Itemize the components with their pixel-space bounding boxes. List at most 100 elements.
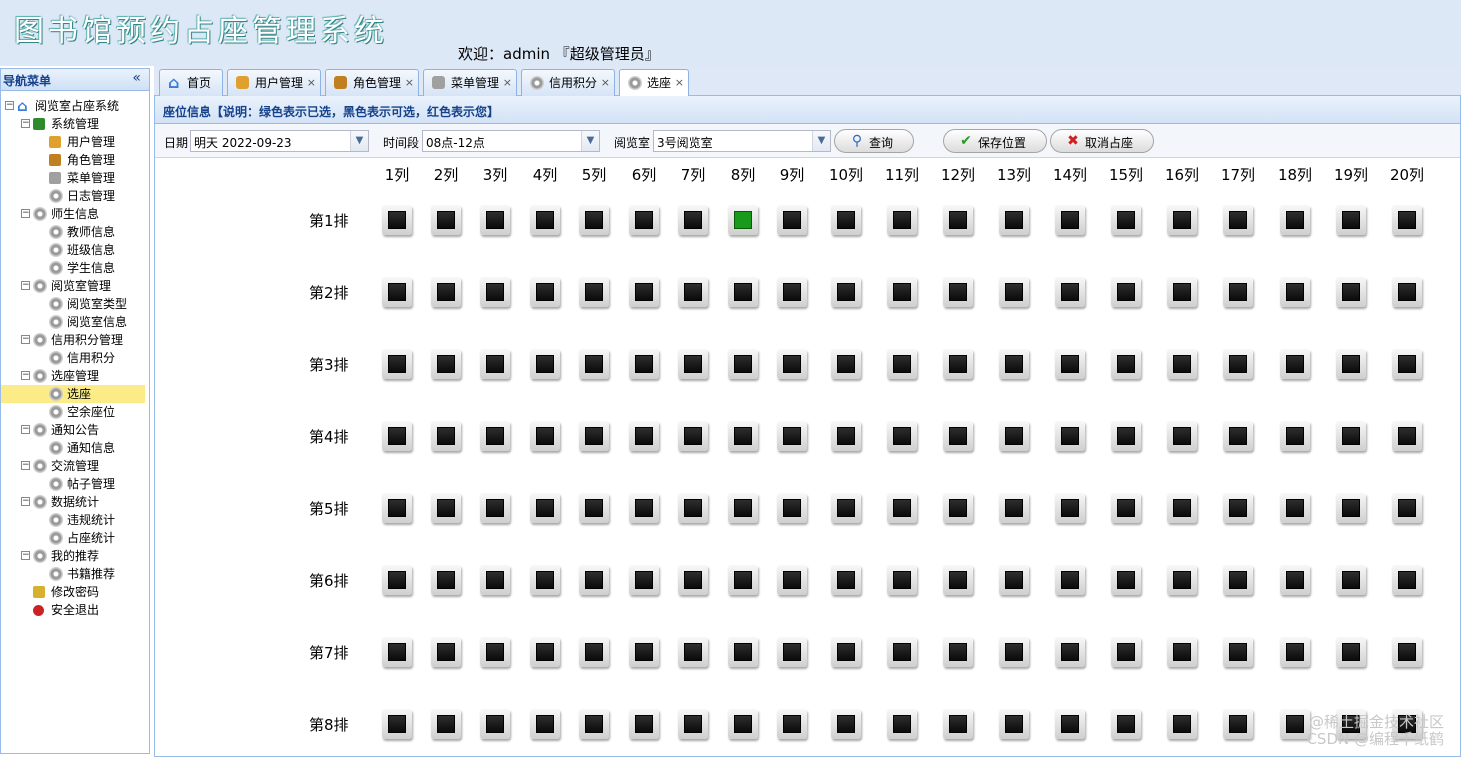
tree-toggle-icon[interactable]: − xyxy=(21,371,30,380)
seat-available[interactable] xyxy=(887,349,917,379)
seat-available[interactable] xyxy=(1223,349,1253,379)
tree-toggle-icon[interactable]: − xyxy=(21,461,30,470)
seat-available[interactable] xyxy=(777,421,807,451)
seat-available[interactable] xyxy=(999,205,1029,235)
seat-available[interactable] xyxy=(480,421,510,451)
tree-item[interactable]: − 数据统计 xyxy=(1,493,149,511)
seat-available[interactable] xyxy=(382,709,412,739)
tree-toggle-icon[interactable]: − xyxy=(21,119,30,128)
close-icon[interactable]: × xyxy=(675,71,684,95)
seat-available[interactable] xyxy=(887,565,917,595)
tree-item[interactable]: 选座 xyxy=(1,385,145,403)
seat-available[interactable] xyxy=(1167,493,1197,523)
seat-available[interactable] xyxy=(887,205,917,235)
seat-available[interactable] xyxy=(999,637,1029,667)
seat-available[interactable] xyxy=(728,637,758,667)
tree-item[interactable]: 修改密码 xyxy=(1,583,149,601)
tree-item[interactable]: − 交流管理 xyxy=(1,457,149,475)
seat-available[interactable] xyxy=(678,493,708,523)
close-icon[interactable]: × xyxy=(307,71,316,95)
seat-available[interactable] xyxy=(943,349,973,379)
seat-available[interactable] xyxy=(1280,493,1310,523)
seat-available[interactable] xyxy=(999,277,1029,307)
seat-available[interactable] xyxy=(678,565,708,595)
seat-available[interactable] xyxy=(1055,205,1085,235)
seat-available[interactable] xyxy=(480,709,510,739)
seat-available[interactable] xyxy=(831,565,861,595)
seat-available[interactable] xyxy=(943,709,973,739)
seat-available[interactable] xyxy=(1280,565,1310,595)
tree-item[interactable]: − 师生信息 xyxy=(1,205,149,223)
tree-item[interactable]: 违规统计 xyxy=(1,511,149,529)
seat-available[interactable] xyxy=(831,205,861,235)
seat-available[interactable] xyxy=(678,349,708,379)
seat-available[interactable] xyxy=(887,493,917,523)
tab-item[interactable]: 菜单管理 × xyxy=(423,69,517,96)
seat-available[interactable] xyxy=(777,277,807,307)
seat-available[interactable] xyxy=(382,421,412,451)
seat-available[interactable] xyxy=(530,493,560,523)
tree-item[interactable]: 安全退出 xyxy=(1,601,149,619)
seat-available[interactable] xyxy=(431,565,461,595)
seat-available[interactable] xyxy=(728,493,758,523)
collapse-sidebar-icon[interactable]: « xyxy=(132,70,141,86)
seat-available[interactable] xyxy=(382,565,412,595)
tree-item[interactable]: − 选座管理 xyxy=(1,367,149,385)
seat-available[interactable] xyxy=(1280,349,1310,379)
seat-available[interactable] xyxy=(1167,637,1197,667)
tree-item[interactable]: − 我的推荐 xyxy=(1,547,149,565)
seat-available[interactable] xyxy=(382,277,412,307)
tree-item[interactable]: 角色管理 xyxy=(1,151,149,169)
chevron-down-icon[interactable]: ▼ xyxy=(581,131,599,151)
seat-available[interactable] xyxy=(431,709,461,739)
seat-available[interactable] xyxy=(1223,493,1253,523)
seat-available[interactable] xyxy=(887,637,917,667)
seat-available[interactable] xyxy=(1392,349,1422,379)
tree-item[interactable]: 通知信息 xyxy=(1,439,149,457)
seat-available[interactable] xyxy=(382,493,412,523)
seat-available[interactable] xyxy=(831,349,861,379)
seat-available[interactable] xyxy=(1055,277,1085,307)
tree-item[interactable]: 阅览室类型 xyxy=(1,295,149,313)
seat-available[interactable] xyxy=(431,205,461,235)
seat-available[interactable] xyxy=(431,421,461,451)
tab-item[interactable]: 信用积分 × xyxy=(521,69,615,96)
seat-available[interactable] xyxy=(579,709,609,739)
seat-available[interactable] xyxy=(1336,205,1366,235)
seat-available[interactable] xyxy=(1055,421,1085,451)
seat-available[interactable] xyxy=(579,565,609,595)
chevron-down-icon[interactable]: ▼ xyxy=(812,131,830,151)
seat-available[interactable] xyxy=(1167,709,1197,739)
seat-available[interactable] xyxy=(1055,709,1085,739)
tree-item[interactable]: − 阅览室管理 xyxy=(1,277,149,295)
chevron-down-icon[interactable]: ▼ xyxy=(350,131,368,151)
seat-available[interactable] xyxy=(1280,637,1310,667)
tree-item[interactable]: − 通知公告 xyxy=(1,421,149,439)
seat-available[interactable] xyxy=(480,349,510,379)
seat-available[interactable] xyxy=(579,349,609,379)
seat-available[interactable] xyxy=(1111,565,1141,595)
tree-item[interactable]: 阅览室信息 xyxy=(1,313,149,331)
tree-item[interactable]: 菜单管理 xyxy=(1,169,149,187)
seat-available[interactable] xyxy=(678,637,708,667)
tab-item[interactable]: 用户管理 × xyxy=(227,69,321,96)
save-seat-button[interactable]: ✔ 保存位置 xyxy=(943,129,1047,153)
seat-available[interactable] xyxy=(1280,277,1310,307)
seat-available[interactable] xyxy=(1111,709,1141,739)
seat-available[interactable] xyxy=(831,637,861,667)
seat-available[interactable] xyxy=(1111,277,1141,307)
seat-available[interactable] xyxy=(777,565,807,595)
tree-item[interactable]: 帖子管理 xyxy=(1,475,149,493)
seat-available[interactable] xyxy=(943,205,973,235)
seat-available[interactable] xyxy=(480,277,510,307)
time-slot-select[interactable]: 08点-12点 ▼ xyxy=(422,130,600,152)
seat-taken[interactable] xyxy=(728,205,758,235)
seat-available[interactable] xyxy=(887,277,917,307)
seat-available[interactable] xyxy=(1223,421,1253,451)
seat-available[interactable] xyxy=(1336,349,1366,379)
seat-available[interactable] xyxy=(1111,493,1141,523)
seat-available[interactable] xyxy=(530,637,560,667)
seat-available[interactable] xyxy=(887,421,917,451)
seat-available[interactable] xyxy=(831,493,861,523)
seat-available[interactable] xyxy=(1111,637,1141,667)
